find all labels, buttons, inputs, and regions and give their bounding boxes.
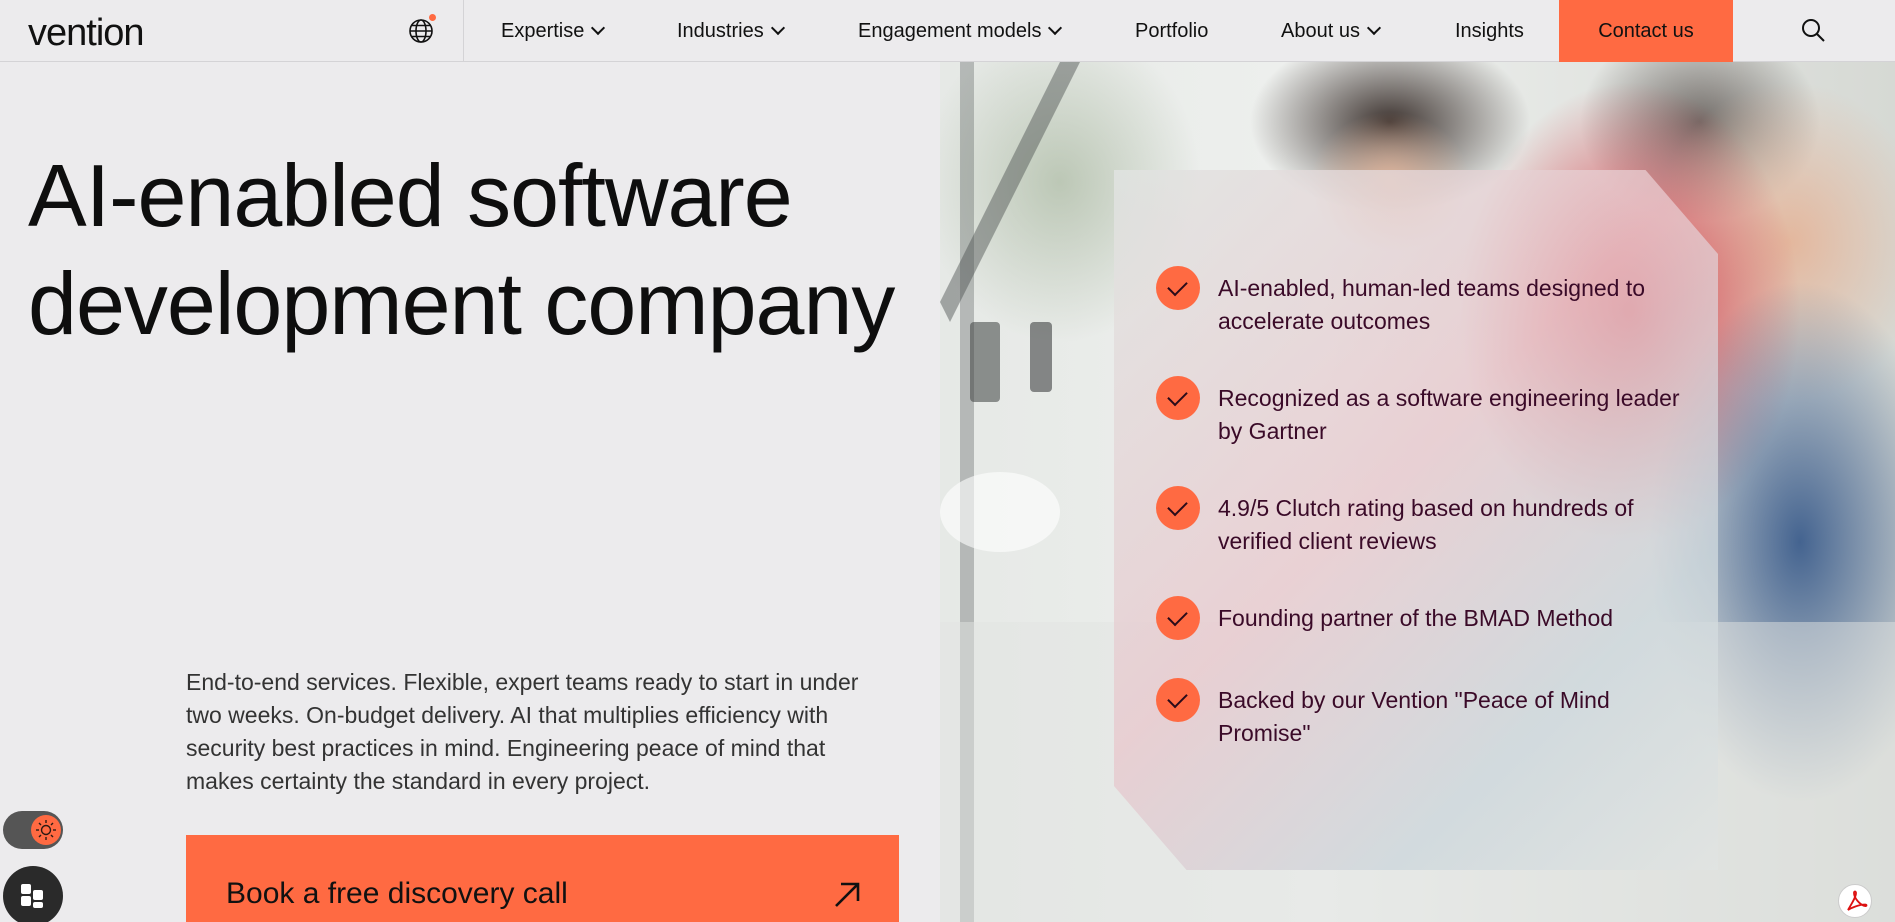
feature-item: Recognized as a software engineering lea… <box>1156 376 1696 446</box>
nav-item-label: Expertise <box>501 20 585 42</box>
contact-us-button[interactable]: Contact us <box>1559 0 1733 62</box>
nav-item-engagement-models[interactable]: Engagement models <box>858 0 1063 62</box>
theme-toggle[interactable] <box>3 811 63 849</box>
nav-item-expertise[interactable]: Expertise <box>501 0 606 62</box>
feature-text: Founding partner of the BMAD Method <box>1218 605 1614 631</box>
check-icon <box>1156 266 1200 310</box>
nav-item-insights[interactable]: Insights <box>1455 0 1524 62</box>
nav-item-label: Engagement models <box>858 20 1042 42</box>
feature-text: AI-enabled, human-led teams designed to … <box>1218 275 1646 334</box>
chevron-down-icon <box>591 20 606 36</box>
feature-item: AI-enabled, human-led teams designed to … <box>1156 266 1696 336</box>
pdf-icon[interactable] <box>1838 884 1872 918</box>
nav-item-portfolio[interactable]: Portfolio <box>1135 0 1208 62</box>
accessibility-icon <box>21 884 43 908</box>
sun-icon <box>36 820 56 840</box>
nav-item-label: Portfolio <box>1135 20 1209 42</box>
hero-description: End-to-end services. Flexible, expert te… <box>186 669 859 794</box>
nav-item-label: About us <box>1281 20 1360 42</box>
nav-item-about-us[interactable]: About us <box>1281 0 1382 62</box>
check-icon <box>1156 678 1200 722</box>
accessibility-button[interactable] <box>3 866 63 922</box>
nav-item-label: Industries <box>677 20 764 42</box>
chevron-down-icon <box>770 20 785 36</box>
language-indicator-dot <box>429 14 436 21</box>
pdf-glyph <box>1847 890 1868 911</box>
chevron-down-icon <box>1366 20 1382 36</box>
hero-title: AI-enabled software development company <box>28 146 895 353</box>
feature-item: Backed by our Vention "Peace of Mind Pro… <box>1156 678 1696 748</box>
feature-item: 4.9/5 Clutch rating based on hundreds of… <box>1156 486 1696 556</box>
feature-text: Backed by our Vention "Peace of Mind Pro… <box>1218 687 1610 746</box>
check-icon <box>1156 486 1200 530</box>
nav-divider <box>463 0 464 62</box>
feature-text: 4.9/5 Clutch rating based on hundreds of… <box>1218 495 1634 554</box>
chevron-down-icon <box>1048 20 1063 36</box>
top-navigation: vention Expertise Industries Engagement … <box>0 0 1895 62</box>
search-icon[interactable] <box>1800 17 1826 43</box>
book-discovery-call-button[interactable]: Book a free discovery call <box>186 835 899 922</box>
nav-item-label: Insights <box>1455 20 1524 42</box>
check-icon <box>1156 376 1200 420</box>
feature-item: Founding partner of the BMAD Method <box>1156 596 1696 646</box>
globe-icon[interactable] <box>408 18 434 44</box>
feature-text: Recognized as a software engineering lea… <box>1218 385 1680 444</box>
arrow-up-right-icon <box>835 882 860 907</box>
nav-item-industries[interactable]: Industries <box>677 0 785 62</box>
vention-logo[interactable]: vention <box>28 12 145 55</box>
check-icon <box>1156 596 1200 640</box>
cta-label: Book a free discovery call <box>226 877 568 910</box>
theme-knob <box>31 815 61 845</box>
